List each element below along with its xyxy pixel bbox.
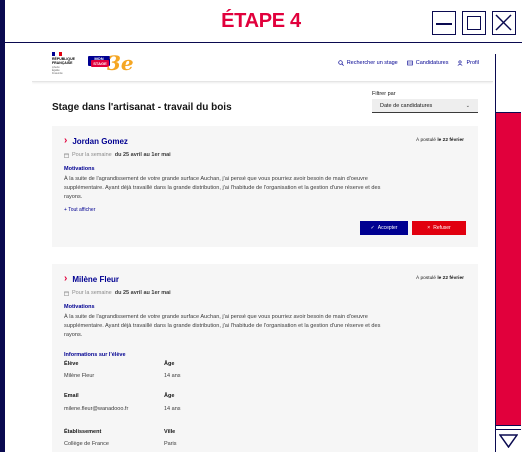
week-period: Pour la semaine du 25 avril au 1er mai (64, 290, 171, 296)
info-value: Collège de France (64, 441, 109, 447)
motivation-text: À la suite de l'agrandissement de votre … (64, 314, 381, 338)
user-icon (458, 60, 463, 66)
close-icon (495, 14, 512, 31)
close-button[interactable] (492, 11, 516, 35)
chevron-down-icon: ⌄ (465, 103, 470, 109)
chevron-right-icon: › (64, 273, 68, 284)
chevron-right-icon: › (64, 135, 68, 146)
scrollbar-thumb[interactable] (496, 112, 521, 426)
mon-stage-de-3e-logo[interactable]: MON STAGE 3e (88, 51, 134, 75)
nav-profile-link[interactable]: Profil (457, 60, 479, 66)
maximize-button[interactable] (462, 11, 486, 35)
application-card: › Milène Fleur À postulé le 22 février P… (52, 264, 478, 452)
filter-label: Filtrer par (372, 91, 396, 97)
refuse-button[interactable]: × Refuser (412, 221, 466, 235)
applied-date: À postulé le 22 février (415, 276, 464, 281)
window-title-divider (0, 42, 522, 43)
motivation-text: À la suite de l'agrandissement de votre … (64, 176, 381, 200)
motivation-label: Motivations (64, 166, 95, 172)
window-frame-left (0, 0, 5, 452)
motivation-label: Motivations (64, 304, 95, 310)
info-value: Milène Fleur (64, 373, 95, 379)
scroll-down-button[interactable] (496, 429, 521, 451)
page-title: Stage dans l'artisanat - travail du bois (52, 102, 232, 113)
site-header: RÉPUBLIQUE FRANÇAISE Liberté Égalité Frater… (32, 46, 493, 82)
accept-button[interactable]: ✓ Accepter (360, 221, 408, 235)
application-card-header[interactable]: › Milène Fleur (64, 274, 119, 284)
filter-selected-value: Date de candidatures (380, 103, 433, 109)
application-card-header[interactable]: › Jordan Gomez (64, 136, 128, 146)
calendar-icon (64, 153, 69, 158)
inbox-icon (406, 60, 413, 66)
search-icon (338, 60, 344, 66)
header-nav: Rechercher un stage Candidatures Profil (338, 60, 479, 66)
republique-francaise-logo: RÉPUBLIQUE FRANÇAISE Liberté Égalité Frater… (52, 52, 78, 78)
nav-applications-link[interactable]: Candidatures (406, 60, 448, 66)
check-icon: ✓ (370, 225, 375, 231)
info-label: Email (64, 393, 79, 399)
applied-date: À postulé le 22 février (415, 138, 464, 143)
applicant-name: Jordan Gomez (72, 136, 128, 146)
info-label: Âge (164, 361, 175, 367)
close-icon: × (427, 225, 431, 231)
week-period: Pour la semaine du 25 avril au 1er mai (64, 152, 171, 158)
vertical-scrollbar[interactable] (495, 54, 522, 452)
show-all-link[interactable]: + Tout afficher (64, 207, 95, 213)
nav-search-link[interactable]: Rechercher un stage (338, 60, 398, 66)
applicant-name: Milène Fleur (72, 274, 120, 284)
student-info-title: Informations sur l'élève (64, 352, 126, 358)
page-content: RÉPUBLIQUE FRANÇAISE Liberté Égalité Frater… (32, 46, 493, 452)
minimize-button[interactable] (432, 11, 456, 35)
info-label: Ville (164, 429, 176, 435)
info-value: 14 ans (164, 406, 181, 412)
application-card: › Jordan Gomez À postulé le 22 février P… (52, 126, 478, 247)
triangle-down-icon (499, 434, 518, 448)
info-value: milene.fleur@wanadooo.fr (64, 406, 129, 412)
info-value: 14 ans (164, 373, 181, 379)
info-label: Établissement (64, 429, 102, 435)
info-label: Élève (64, 361, 79, 367)
filter-select[interactable]: Date de candidatures ⌄ (372, 99, 478, 113)
calendar-icon (64, 291, 69, 296)
info-value: Paris (164, 441, 177, 447)
info-label: Âge (164, 393, 175, 399)
